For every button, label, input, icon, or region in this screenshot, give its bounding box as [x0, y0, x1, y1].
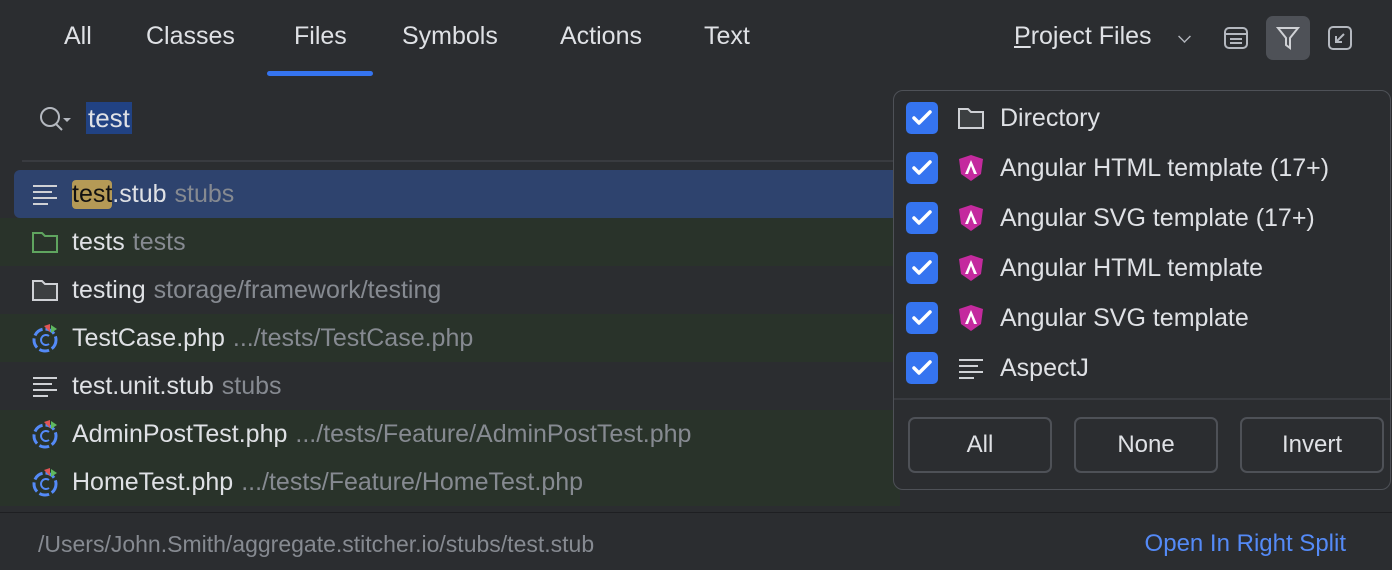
tab-classes[interactable]: Classes — [146, 22, 235, 51]
preview-icon — [1224, 27, 1248, 49]
result-name: .stub — [112, 179, 167, 208]
checkmark-icon — [912, 360, 932, 375]
filter-item[interactable]: Angular HTML template (17+) — [906, 148, 1329, 188]
chevron-down-icon — [1178, 30, 1191, 43]
checkbox[interactable] — [906, 202, 938, 234]
preview-button[interactable] — [1214, 16, 1258, 60]
text-file-icon — [30, 179, 60, 209]
result-row[interactable]: AdminPostTest.php .../tests/Feature/Admin… — [0, 410, 900, 458]
result-path: tests — [132, 227, 186, 256]
checkmark-icon — [912, 160, 932, 175]
select-all-button[interactable]: All — [908, 417, 1052, 473]
text-file-icon — [956, 353, 986, 383]
divider — [894, 398, 1390, 400]
tab-all[interactable]: All — [64, 22, 92, 51]
result-path: .../tests/Feature/AdminPostTest.php — [295, 419, 692, 448]
selected-file-path: /Users/John.Smith/aggregate.stitcher.io/… — [38, 531, 595, 557]
result-path: stubs — [221, 371, 282, 400]
filter-item-label: Angular SVG template — [1000, 303, 1249, 332]
tab-actions[interactable]: Actions — [560, 22, 642, 51]
result-name: tests — [72, 227, 125, 256]
tab-text[interactable]: Text — [704, 22, 750, 51]
collapse-arrow-icon — [1328, 26, 1352, 50]
invert-selection-button[interactable]: Invert — [1240, 417, 1384, 473]
result-name: testing — [72, 275, 146, 304]
result-row[interactable]: TestCase.php .../tests/TestCase.php — [0, 314, 900, 362]
filter-icon — [1275, 27, 1301, 50]
checkmark-icon — [912, 310, 932, 325]
checkmark-icon — [912, 210, 932, 225]
folder-icon — [30, 275, 60, 305]
scope-label: roject Files — [1030, 22, 1152, 50]
result-name: HomeTest.php — [72, 467, 234, 496]
scope-dropdown[interactable]: Project Files — [1014, 22, 1152, 51]
angular-icon — [956, 203, 986, 233]
php-test-class-icon — [30, 419, 60, 449]
checkmark-icon — [912, 260, 932, 275]
folder-icon — [956, 103, 986, 133]
result-row[interactable]: tests tests — [0, 218, 900, 266]
checkbox[interactable] — [906, 252, 938, 284]
scope-mnemonic: P — [1014, 22, 1031, 50]
select-none-button[interactable]: None — [1074, 417, 1218, 473]
result-name: test.unit.stub — [72, 371, 214, 400]
angular-icon — [956, 253, 986, 283]
checkmark-icon — [912, 110, 932, 125]
result-row[interactable]: test.unit.stub stubs — [0, 362, 900, 410]
tab-symbols[interactable]: Symbols — [402, 22, 498, 51]
php-test-class-icon — [30, 467, 60, 497]
filter-button[interactable] — [1266, 16, 1310, 60]
filter-item-label: Angular SVG template (17+) — [1000, 203, 1315, 232]
result-row[interactable]: test .stub stubs — [14, 170, 904, 218]
filter-item-label: Directory — [1000, 103, 1101, 132]
search-input[interactable]: test — [86, 102, 132, 134]
checkbox[interactable] — [906, 102, 938, 134]
filter-item[interactable]: AspectJ — [906, 348, 1089, 388]
php-test-class-icon — [30, 323, 60, 353]
result-path: stubs — [174, 179, 235, 208]
search-icon[interactable] — [38, 100, 74, 136]
status-bar: /Users/John.Smith/aggregate.stitcher.io/… — [0, 512, 1392, 570]
checkbox[interactable] — [906, 152, 938, 184]
checkbox[interactable] — [906, 352, 938, 384]
checkbox[interactable] — [906, 302, 938, 334]
filter-item-label: Angular HTML template (17+) — [1000, 153, 1330, 182]
header: All Classes Files Symbols Actions Text P… — [0, 0, 1392, 80]
angular-icon — [956, 153, 986, 183]
filter-item[interactable]: Angular SVG template — [906, 298, 1249, 338]
text-file-icon — [30, 371, 60, 401]
result-row[interactable]: HomeTest.php .../tests/Feature/HomeTest.p… — [0, 458, 900, 506]
file-type-filter-popup: Directory Angular HTML template (17+) Angu… — [893, 90, 1391, 490]
tab-files[interactable]: Files — [267, 22, 373, 76]
result-path: .../tests/Feature/HomeTest.php — [241, 467, 584, 496]
test-folder-icon — [30, 227, 60, 257]
result-row[interactable]: testing storage/framework/testing — [0, 266, 900, 314]
filter-item-label: AspectJ — [1000, 353, 1089, 382]
angular-icon — [956, 303, 986, 333]
result-path: storage/framework/testing — [153, 275, 442, 304]
filter-item[interactable]: Angular HTML template — [906, 248, 1263, 288]
match-highlight: test — [72, 179, 113, 209]
open-in-right-split-link[interactable]: Open In Right Split — [1145, 530, 1346, 558]
result-name: TestCase.php — [72, 323, 225, 352]
result-name: AdminPostTest.php — [72, 419, 288, 448]
filter-item[interactable]: Directory — [906, 98, 1100, 138]
filter-item[interactable]: Angular SVG template (17+) — [906, 198, 1315, 238]
filter-item-label: Angular HTML template — [1000, 253, 1264, 282]
result-path: .../tests/TestCase.php — [232, 323, 474, 352]
divider — [22, 160, 922, 162]
open-in-tool-window-button[interactable] — [1318, 16, 1362, 60]
